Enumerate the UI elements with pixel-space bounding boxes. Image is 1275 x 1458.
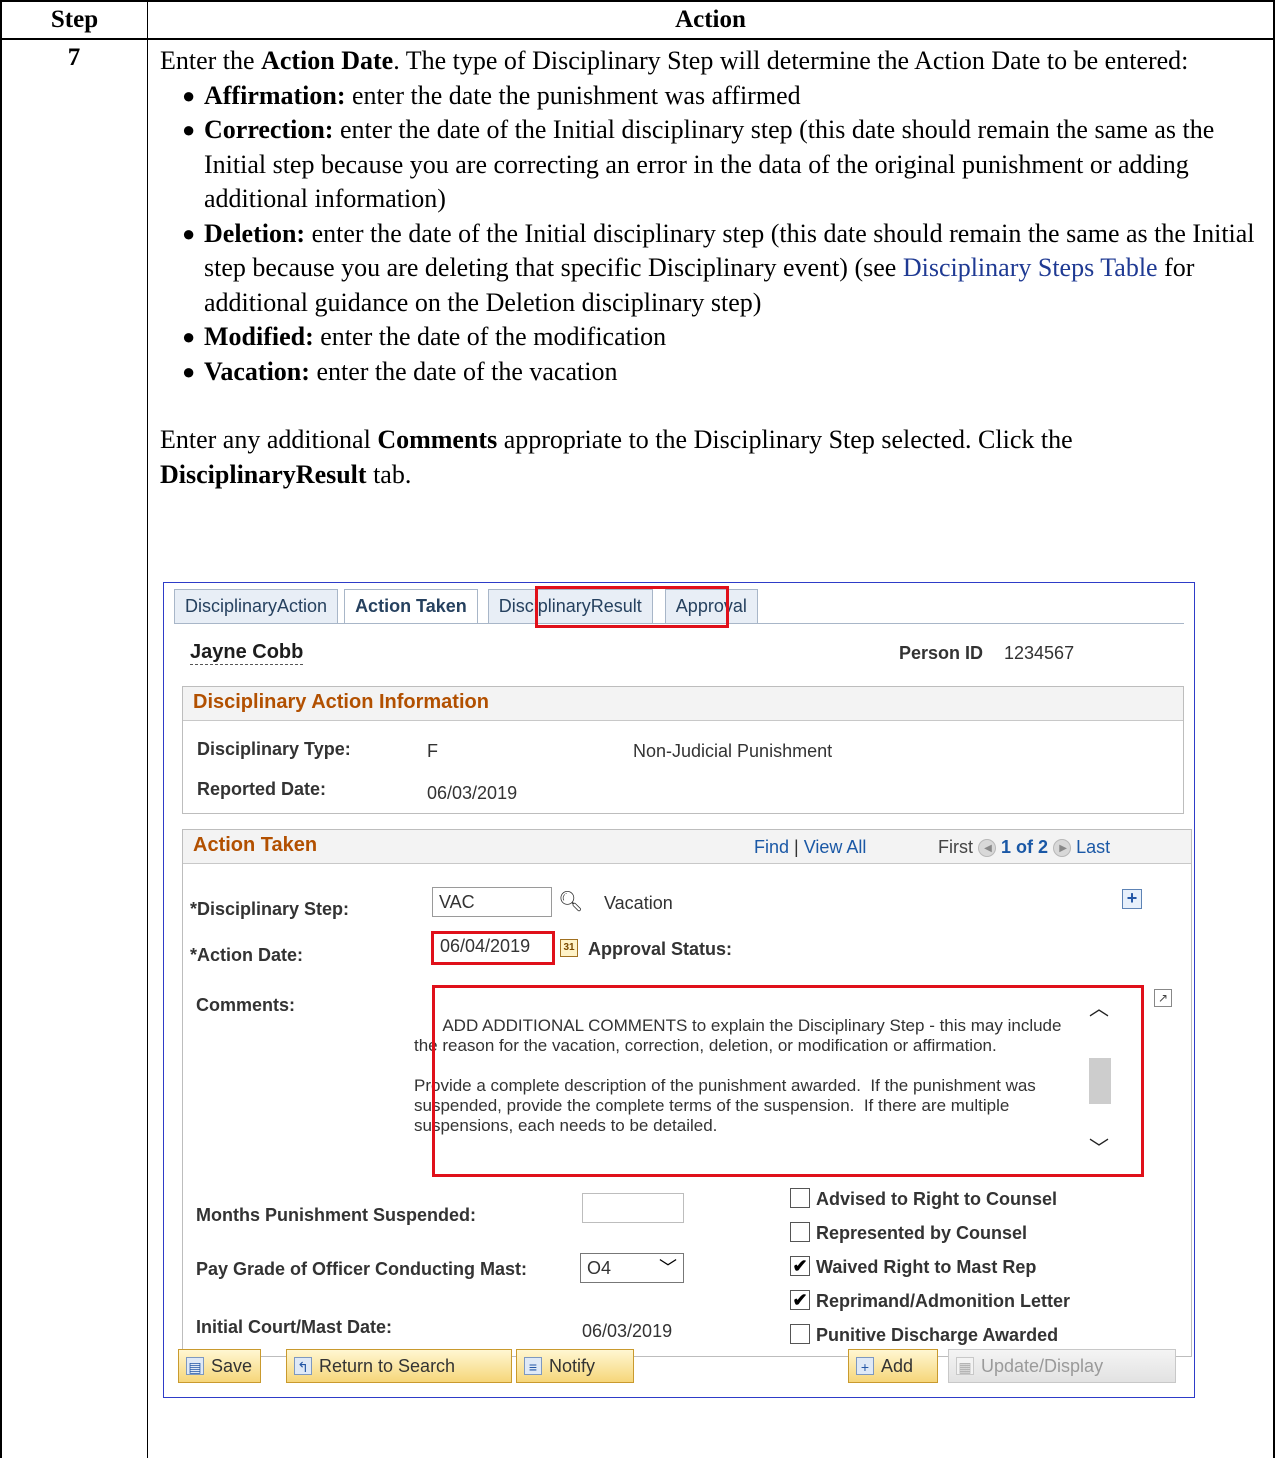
header-action: Action: [147, 0, 1275, 40]
instruction-table: Step Action 7 Enter the Action Date. The…: [0, 0, 1275, 1458]
notify-icon: ≡: [524, 1357, 542, 1375]
pay-grade-select[interactable]: O4 ﹀: [580, 1253, 684, 1283]
approval-status-label: Approval Status:: [588, 939, 733, 959]
next-arrow-icon[interactable]: ▶: [1053, 839, 1072, 858]
checkbox-represented-counsel[interactable]: Represented by Counsel: [790, 1221, 1027, 1247]
notify-button[interactable]: ≡ Notify: [516, 1349, 634, 1383]
checkbox-checked[interactable]: ✔: [790, 1290, 810, 1311]
months-suspended-input[interactable]: [582, 1193, 684, 1223]
disciplinary-info-section: Disciplinary Action Information Discipli…: [182, 686, 1184, 814]
intro-paragraph: Enter the Action Date. The type of Disci…: [160, 46, 1189, 75]
save-icon: ▤: [186, 1357, 204, 1375]
person-id-label: Person ID: [899, 643, 984, 663]
pager: First ◀ 1 of 2 ▶ Last: [938, 837, 1110, 858]
action-date-highlight: [431, 931, 555, 965]
return-icon: ↰: [294, 1357, 312, 1375]
pay-grade-label: Pay Grade of Officer Conducting Mast:: [196, 1259, 528, 1279]
chevron-down-icon: ﹀: [659, 1258, 677, 1278]
row-navigation: Find | View All: [754, 837, 867, 857]
checkbox-punitive-discharge[interactable]: Punitive Discharge Awarded: [790, 1323, 1058, 1349]
tab-disciplinary-action[interactable]: DisciplinaryAction: [174, 589, 339, 623]
add-row-icon[interactable]: +: [1122, 889, 1142, 909]
header-step: Step: [0, 0, 148, 40]
action-date-label: *Action Date:: [190, 945, 304, 965]
tab-highlight-box: [535, 586, 729, 628]
disciplinary-step-input[interactable]: VAC: [432, 887, 552, 917]
checkbox[interactable]: [790, 1324, 810, 1345]
list-item: ● Correction: enter the date of the Initi…: [182, 115, 1215, 213]
add-icon: +: [856, 1357, 874, 1375]
return-to-search-button[interactable]: ↰ Return to Search: [286, 1349, 512, 1383]
disciplinary-step-desc: Vacation: [604, 893, 673, 913]
add-button[interactable]: + Add: [848, 1349, 938, 1383]
section-title: Action Taken: [193, 834, 318, 856]
list-item: ● Modified: enter the date of the modific…: [182, 322, 667, 351]
previous-arrow-icon[interactable]: ◀: [978, 839, 997, 858]
list-item: ● Deletion: enter the date of the Initial…: [182, 218, 1255, 317]
initial-mast-date-value: 06/03/2019: [582, 1321, 673, 1341]
update-icon: ▦: [956, 1357, 974, 1375]
checkbox[interactable]: [790, 1222, 810, 1243]
row-count: 1 of 2: [1001, 837, 1049, 857]
checkbox-reprimand-letter[interactable]: ✔ Reprimand/Admonition Letter: [790, 1289, 1070, 1315]
disciplinary-steps-table-link[interactable]: Disciplinary Steps Table: [903, 253, 1158, 282]
checkbox-advised-counsel[interactable]: Advised to Right to Counsel: [790, 1187, 1057, 1213]
checkbox-waived-mast-rep[interactable]: ✔ Waived Right to Mast Rep: [790, 1255, 1036, 1281]
disciplinary-type-label: Disciplinary Type:: [197, 739, 351, 759]
view-all-link[interactable]: View All: [804, 837, 867, 857]
initial-mast-date-label: Initial Court/Mast Date:: [196, 1317, 393, 1337]
list-item: ● Affirmation: enter the date the punishm…: [182, 80, 801, 110]
last-link[interactable]: Last: [1076, 837, 1110, 857]
months-suspended-label: Months Punishment Suspended:: [196, 1205, 477, 1225]
action-text: Enter the Action Date. The type of Disci…: [160, 44, 1260, 492]
disciplinary-type-desc: Non-Judicial Punishment: [633, 741, 833, 761]
find-link[interactable]: Find: [754, 837, 789, 857]
step-column: [0, 40, 148, 1458]
first-label: First: [938, 837, 973, 857]
comments-label: Comments:: [196, 995, 296, 1015]
checkbox-checked[interactable]: ✔: [790, 1256, 810, 1277]
checkbox[interactable]: [790, 1188, 810, 1209]
peoplesoft-page: DisciplinaryAction Action Taken Discipli…: [163, 582, 1195, 1398]
tab-action-taken[interactable]: Action Taken: [344, 589, 478, 623]
search-icon[interactable]: 🔍︎: [558, 889, 583, 914]
reported-date-label: Reported Date:: [197, 779, 327, 799]
comments-highlight: [432, 985, 1144, 1177]
disciplinary-type-code: F: [427, 741, 438, 761]
expand-textarea-icon[interactable]: ↗: [1154, 989, 1172, 1007]
save-button[interactable]: ▤ Save: [178, 1349, 262, 1383]
step-number: 7: [67, 44, 81, 71]
update-display-button[interactable]: ▦ Update/Display: [948, 1349, 1176, 1383]
disciplinary-step-label: *Disciplinary Step:: [190, 899, 350, 919]
section-title: Disciplinary Action Information: [193, 691, 489, 713]
step-type-list: ● Affirmation: enter the date the punishm…: [160, 79, 1260, 390]
calendar-icon[interactable]: 31: [560, 939, 578, 957]
comments-paragraph: Enter any additional Comments appropriat…: [160, 425, 1073, 489]
reported-date-value: 06/03/2019: [427, 783, 518, 803]
list-item: ● Vacation: enter the date of the vacatio…: [182, 356, 618, 386]
person-id-value: 1234567: [1004, 643, 1075, 663]
person-name[interactable]: Jayne Cobb: [190, 641, 304, 665]
